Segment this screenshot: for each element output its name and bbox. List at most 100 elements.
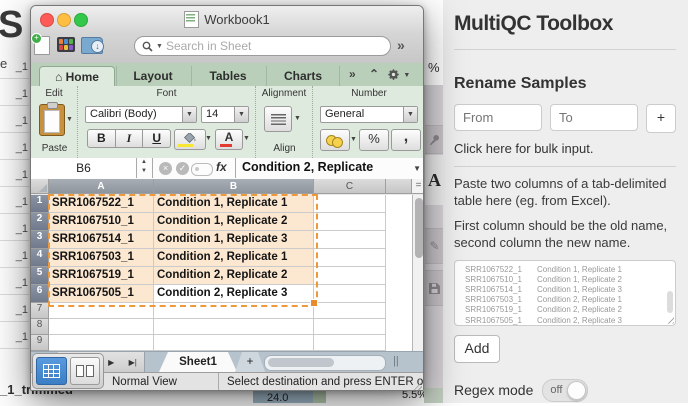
cell-a4[interactable]: SRR1067503_1	[49, 249, 154, 267]
bulk-paste-textarea[interactable]: SRR1067522_1Condition 1, Replicate 1 SRR…	[454, 260, 676, 326]
open-file-button[interactable]: ↓	[81, 37, 103, 54]
save-settings-button[interactable]	[425, 270, 444, 306]
bold-button[interactable]: B	[87, 129, 116, 148]
cell[interactable]	[314, 213, 386, 231]
cell-a6[interactable]: SRR1067505_1	[49, 285, 154, 303]
to-input[interactable]	[550, 104, 638, 131]
cell-a5[interactable]: SRR1067519_1	[49, 267, 154, 285]
chevron-down-icon[interactable]: ▼	[205, 135, 212, 142]
new-workbook-button[interactable]: +	[34, 36, 50, 55]
selection-fill-handle[interactable]	[310, 299, 318, 307]
cell[interactable]	[314, 319, 386, 335]
chevron-down-icon[interactable]: ▼	[243, 135, 250, 142]
font-name-dropdown[interactable]: Calibri (Body)▼	[85, 106, 197, 123]
toolbar-overflow-icon[interactable]: »	[397, 37, 405, 53]
tab-layout[interactable]: Layout	[116, 66, 189, 86]
cell[interactable]	[314, 285, 386, 303]
normal-view-button[interactable]	[36, 357, 67, 385]
accounting-format-button[interactable]	[320, 129, 350, 151]
cell-b3[interactable]: Condition 1, Replicate 3	[154, 231, 314, 249]
formula-dropdown-icon[interactable]: ▼	[413, 164, 421, 173]
cell-b5[interactable]: Condition 2, Replicate 2	[154, 267, 314, 285]
horizontal-scrollbar[interactable]	[264, 355, 386, 371]
cell[interactable]	[49, 303, 154, 319]
row-header[interactable]: 1	[31, 195, 49, 213]
paste-button[interactable]	[39, 104, 65, 136]
split-handle-icon[interactable]: =	[412, 179, 424, 194]
collapse-ribbon-icon[interactable]: ⌃	[369, 67, 379, 81]
font-color-button[interactable]: A	[215, 129, 243, 150]
chevron-down-icon[interactable]: ▼	[350, 136, 357, 143]
column-header-b[interactable]: B	[154, 179, 314, 194]
cancel-icon[interactable]: ×	[159, 162, 172, 175]
cell[interactable]	[154, 303, 314, 319]
highlight-pushpin-button[interactable]	[425, 125, 444, 154]
row-header[interactable]: 9	[31, 335, 49, 351]
percent-format-button[interactable]: %	[359, 129, 389, 151]
sheet-tab[interactable]: Sheet1	[159, 352, 237, 372]
add-button[interactable]: Add	[454, 335, 500, 363]
last-sheet-icon[interactable]: ▶|	[129, 358, 137, 367]
cell[interactable]	[314, 335, 386, 351]
cell-b2[interactable]: Condition 1, Replicate 2	[154, 213, 314, 231]
cell[interactable]	[154, 319, 314, 335]
bulk-input-link[interactable]: Click here for bulk input.	[454, 141, 676, 156]
column-header-a[interactable]: A	[49, 179, 154, 194]
insert-function-icon[interactable]: fx	[216, 160, 227, 174]
from-input[interactable]	[454, 104, 542, 131]
cell-a2[interactable]: SRR1067510_1	[49, 213, 154, 231]
italic-button[interactable]: I	[116, 129, 144, 148]
rename-samples-tab-button[interactable]: A	[425, 155, 444, 205]
row-header[interactable]: 8	[31, 319, 49, 335]
fill-color-button[interactable]	[174, 129, 206, 150]
chevron-down-icon[interactable]: ▼	[66, 116, 73, 123]
sheet-search-field[interactable]: ▼ Search in Sheet	[134, 36, 391, 56]
cell[interactable]	[49, 335, 154, 351]
spreadsheet-grid[interactable]: 1 2 3 4 5 6 7 8 9 SRR1067522_1 Condition…	[31, 195, 424, 351]
cell-b6-active[interactable]: Condition 2, Replicate 3	[154, 285, 314, 303]
tab-charts[interactable]: Charts	[266, 66, 340, 86]
cell[interactable]	[314, 231, 386, 249]
regex-toggle[interactable]: off	[542, 379, 588, 402]
media-browser-button[interactable]	[57, 37, 75, 52]
cell-b4[interactable]: Condition 2, Replicate 1	[154, 249, 314, 267]
scrollbar-thumb[interactable]	[415, 198, 423, 258]
gear-icon[interactable]: ▼	[387, 68, 410, 84]
formula-builder-icon[interactable]	[191, 163, 213, 176]
row-header[interactable]: 6	[31, 285, 49, 303]
font-size-dropdown[interactable]: 14▼	[201, 106, 249, 123]
window-title-bar[interactable]: Workbook1	[31, 6, 423, 33]
cell-b1[interactable]: Condition 1, Replicate 1	[154, 195, 314, 213]
formula-input[interactable]: Condition 2, Replicate	[242, 160, 373, 174]
select-all-button[interactable]	[31, 179, 49, 194]
cell[interactable]	[314, 303, 386, 319]
accept-icon[interactable]: ✓	[176, 162, 189, 175]
name-box-stepper[interactable]: ▲▼	[136, 158, 153, 178]
cell-a1[interactable]: SRR1067522_1	[49, 195, 154, 213]
row-header[interactable]: 4	[31, 249, 49, 267]
align-button[interactable]	[264, 106, 292, 132]
hide-samples-button[interactable]: ✎	[425, 228, 444, 264]
cell[interactable]	[314, 195, 386, 213]
vertical-scrollbar[interactable]	[412, 195, 424, 351]
tab-splitter-icon[interactable]: ||	[393, 355, 399, 367]
cell[interactable]	[314, 267, 386, 285]
add-pair-button[interactable]: +	[646, 104, 676, 133]
underline-button[interactable]: U	[143, 129, 171, 148]
number-format-dropdown[interactable]: General▼	[320, 106, 418, 123]
row-header[interactable]: 3	[31, 231, 49, 249]
cell[interactable]	[49, 319, 154, 335]
cell[interactable]	[154, 335, 314, 351]
more-tabs-icon[interactable]: »	[349, 67, 356, 81]
column-header-c[interactable]: C	[314, 179, 386, 194]
cell[interactable]	[314, 249, 386, 267]
next-sheet-icon[interactable]: ▶	[108, 358, 114, 367]
row-header[interactable]: 2	[31, 213, 49, 231]
chevron-down-icon[interactable]: ▼	[294, 115, 301, 122]
tab-tables[interactable]: Tables	[191, 66, 264, 86]
comma-format-button[interactable]: ,	[391, 129, 421, 151]
cell-a3[interactable]: SRR1067514_1	[49, 231, 154, 249]
row-header[interactable]: 7	[31, 303, 49, 319]
tab-home[interactable]: ⌂ Home	[39, 66, 115, 87]
scrollbar-thumb[interactable]	[268, 358, 334, 367]
